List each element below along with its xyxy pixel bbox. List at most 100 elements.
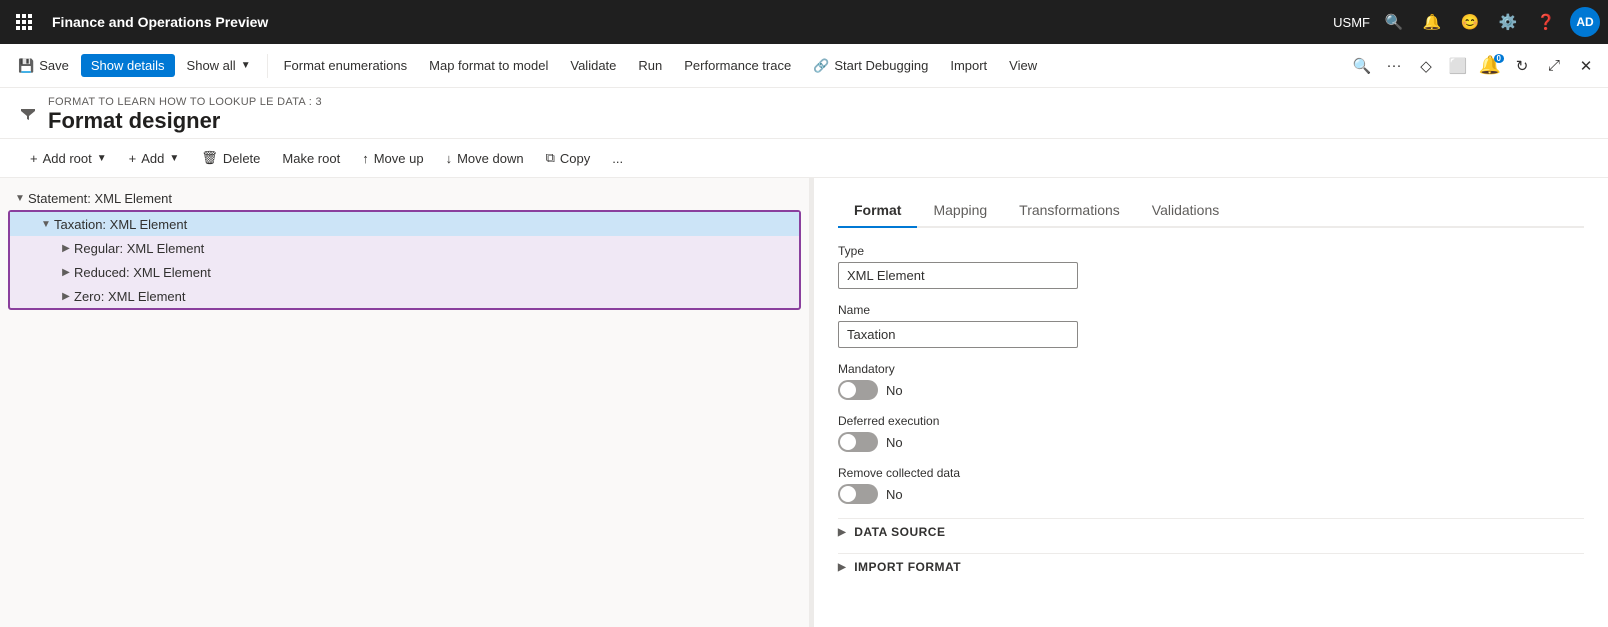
top-navigation: Finance and Operations Preview USMF 🔍 🔔 …	[0, 0, 1608, 44]
settings-icon[interactable]: ⚙️	[1494, 8, 1522, 36]
tree-item-label: Zero: XML Element	[74, 289, 186, 304]
avatar[interactable]: AD	[1570, 7, 1600, 37]
command-bar: + Add root ▼ + Add ▼ 🗑 Delete Make root …	[0, 139, 1608, 178]
user-label: USMF	[1333, 15, 1370, 30]
chevron-down-icon: ▼	[241, 60, 251, 71]
app-title: Finance and Operations Preview	[40, 14, 280, 30]
tree-toggle-zero[interactable]: ▶	[58, 288, 74, 304]
more-options-icon[interactable]: ···	[1380, 52, 1408, 80]
mandatory-label: Mandatory	[838, 362, 1584, 376]
panel-icon[interactable]: ⬜	[1444, 52, 1472, 80]
help-icon[interactable]: ❓	[1532, 8, 1560, 36]
plus-icon: +	[30, 151, 38, 166]
tab-validations[interactable]: Validations	[1136, 194, 1235, 228]
deferred-label: Deferred execution	[838, 414, 1584, 428]
tree-item-taxation[interactable]: ▼ Taxation: XML Element	[10, 212, 799, 236]
import-format-section[interactable]: ▶ IMPORT FORMAT	[838, 553, 1584, 580]
arrow-up-icon: ↑	[362, 151, 369, 166]
mandatory-value: No	[886, 383, 903, 398]
name-input[interactable]	[838, 321, 1078, 348]
move-down-button[interactable]: ↓ Move down	[436, 146, 534, 171]
left-tree-panel: ▼ Statement: XML Element ▼ Taxation: XML…	[0, 178, 810, 627]
performance-trace-button[interactable]: Performance trace	[674, 54, 801, 77]
start-debugging-button[interactable]: 🔗 Start Debugging	[803, 54, 938, 78]
tree-toggle-reduced[interactable]: ▶	[58, 264, 74, 280]
filter-icon[interactable]	[20, 106, 36, 125]
deferred-toggle[interactable]	[838, 432, 878, 452]
right-panel: Format Mapping Transformations Validatio…	[814, 178, 1608, 627]
toolbar-separator-1	[267, 54, 268, 78]
smile-icon[interactable]: 😊	[1456, 8, 1484, 36]
selected-group: ▼ Taxation: XML Element ▶ Regular: XML E…	[8, 210, 801, 310]
move-up-button[interactable]: ↑ Move up	[352, 146, 433, 171]
chevron-down-icon: ▼	[169, 153, 179, 164]
plus-icon: +	[129, 151, 137, 166]
refresh-icon[interactable]: ↻	[1508, 52, 1536, 80]
add-button[interactable]: + Add ▼	[119, 146, 190, 171]
add-root-button[interactable]: + Add root ▼	[20, 146, 117, 171]
tree-toggle-taxation[interactable]: ▼	[38, 216, 54, 232]
page-title: Format designer	[48, 108, 322, 134]
type-input[interactable]	[838, 262, 1078, 289]
tab-mapping[interactable]: Mapping	[917, 194, 1003, 228]
name-label: Name	[838, 303, 1584, 317]
main-area: FORMAT TO LEARN HOW TO LOOKUP LE DATA : …	[0, 88, 1608, 627]
tab-transformations[interactable]: Transformations	[1003, 194, 1136, 228]
copy-button[interactable]: ⧉ Copy	[536, 145, 601, 171]
tree-item-reduced[interactable]: ▶ Reduced: XML Element	[10, 260, 799, 284]
toolbar: 💾 Save Show details Show all ▼ Format en…	[0, 44, 1608, 88]
chevron-right-icon: ▶	[838, 562, 846, 573]
show-details-button[interactable]: Show details	[81, 54, 175, 77]
tree-toggle-statement[interactable]: ▼	[12, 190, 28, 206]
tab-format[interactable]: Format	[838, 194, 917, 228]
more-button[interactable]: ...	[602, 146, 633, 171]
tree-item-regular[interactable]: ▶ Regular: XML Element	[10, 236, 799, 260]
expand-icon[interactable]: ⤢	[1540, 52, 1568, 80]
badge-icon[interactable]: 🔔0	[1476, 52, 1504, 80]
delete-button[interactable]: 🗑 Delete	[191, 145, 270, 171]
breadcrumb: FORMAT TO LEARN HOW TO LOOKUP LE DATA : …	[48, 96, 322, 108]
search-icon[interactable]: 🔍	[1380, 8, 1408, 36]
make-root-button[interactable]: Make root	[272, 146, 350, 171]
copy-icon: ⧉	[546, 150, 555, 166]
tree-item-statement[interactable]: ▼ Statement: XML Element	[0, 186, 809, 210]
show-all-button[interactable]: Show all ▼	[177, 54, 261, 77]
close-icon[interactable]: ✕	[1572, 52, 1600, 80]
remove-value: No	[886, 487, 903, 502]
page-header: FORMAT TO LEARN HOW TO LOOKUP LE DATA : …	[0, 88, 1608, 139]
remove-label: Remove collected data	[838, 466, 1584, 480]
name-field-group: Name	[838, 303, 1584, 348]
tree-item-label: Taxation: XML Element	[54, 217, 187, 232]
remove-toggle[interactable]	[838, 484, 878, 504]
remove-field-group: Remove collected data No	[838, 466, 1584, 504]
waffle-menu-icon[interactable]	[8, 6, 40, 38]
validate-button[interactable]: Validate	[560, 54, 626, 77]
save-icon: 💾	[18, 58, 34, 74]
tree-item-label: Reduced: XML Element	[74, 265, 211, 280]
data-source-section[interactable]: ▶ DATA SOURCE	[838, 518, 1584, 545]
data-source-label: DATA SOURCE	[854, 525, 945, 539]
type-field-group: Type	[838, 244, 1584, 289]
tree-item-label: Regular: XML Element	[74, 241, 204, 256]
bell-icon[interactable]: 🔔	[1418, 8, 1446, 36]
diamond-icon[interactable]: ◇	[1412, 52, 1440, 80]
map-format-button[interactable]: Map format to model	[419, 54, 558, 77]
tabs: Format Mapping Transformations Validatio…	[838, 194, 1584, 228]
mandatory-toggle[interactable]	[838, 380, 878, 400]
mandatory-field-group: Mandatory No	[838, 362, 1584, 400]
deferred-value: No	[886, 435, 903, 450]
tree-toggle-regular[interactable]: ▶	[58, 240, 74, 256]
import-button[interactable]: Import	[940, 54, 997, 77]
view-button[interactable]: View	[999, 54, 1047, 77]
tree-item-zero[interactable]: ▶ Zero: XML Element	[10, 284, 799, 308]
save-button[interactable]: 💾 Save	[8, 54, 79, 78]
toolbar-search-icon[interactable]: 🔍	[1348, 52, 1376, 80]
content-split: ▼ Statement: XML Element ▼ Taxation: XML…	[0, 178, 1608, 627]
type-label: Type	[838, 244, 1584, 258]
delete-icon: 🗑	[201, 150, 218, 166]
run-button[interactable]: Run	[628, 54, 672, 77]
chevron-right-icon: ▶	[838, 527, 846, 538]
format-enumerations-button[interactable]: Format enumerations	[274, 54, 418, 77]
deferred-field-group: Deferred execution No	[838, 414, 1584, 452]
import-format-label: IMPORT FORMAT	[854, 560, 961, 574]
